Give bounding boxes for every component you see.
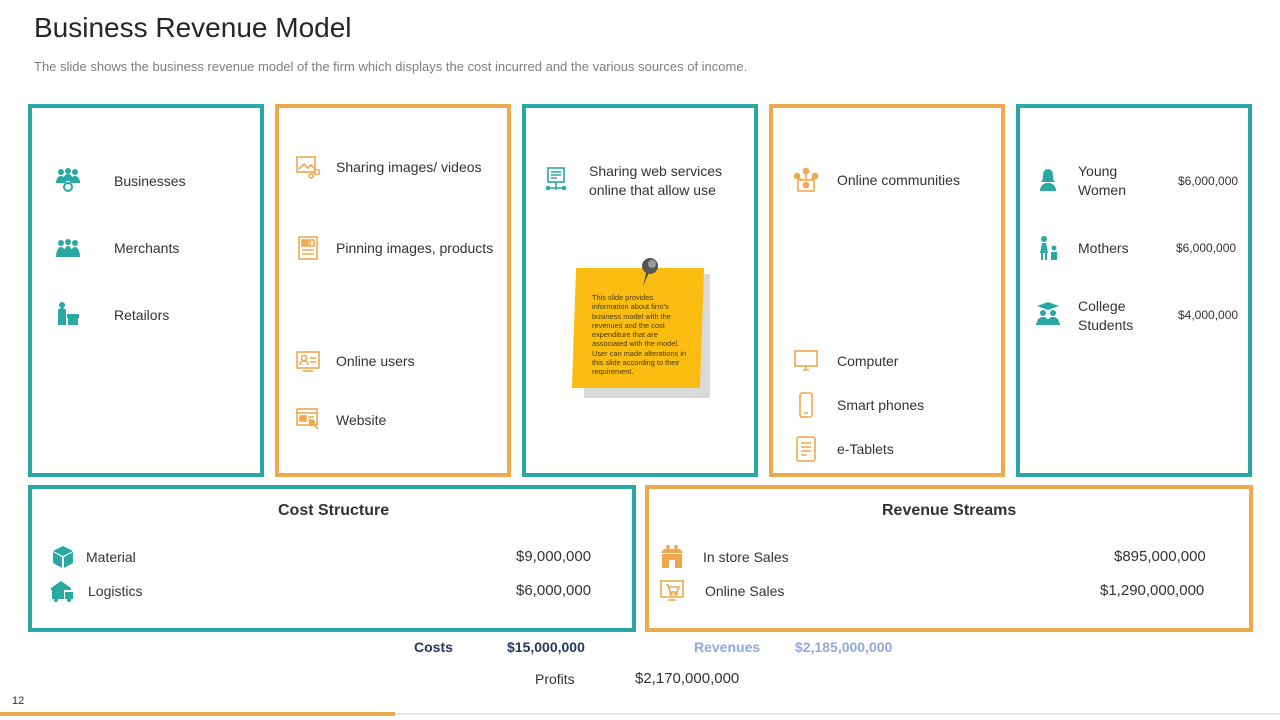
segment-amount: $4,000,000 — [1178, 308, 1239, 322]
col1-item-label: Retailors — [114, 307, 170, 323]
segment-line1: Young — [1078, 163, 1118, 179]
mothers-icon — [1034, 234, 1062, 262]
revenue-streams-title: Revenue Streams — [882, 502, 1017, 519]
segment-line2: Women — [1078, 182, 1126, 198]
panel-customers — [28, 104, 264, 477]
profits-value: $2,170,000,000 — [635, 670, 740, 687]
tablet-icon — [792, 435, 820, 463]
panel-channels — [769, 104, 1005, 477]
share-images-icon — [294, 153, 322, 181]
revenues-value: $2,185,000,000 — [795, 639, 893, 655]
online-communities-icon — [792, 166, 820, 194]
cost-item-amount: $9,000,000 — [516, 548, 592, 565]
revenues-label: Revenues — [694, 639, 761, 655]
footer-accent-bar — [0, 712, 395, 716]
page-number: 12 — [12, 695, 25, 707]
segment-amount: $6,000,000 — [1178, 174, 1239, 188]
col4-item-label: Online communities — [837, 172, 960, 188]
logistics-truck-icon — [49, 577, 77, 605]
page-subtitle: The slide shows the business revenue mod… — [34, 59, 748, 74]
col2-item-label: Website — [336, 412, 387, 428]
segment-line2: Students — [1078, 317, 1134, 333]
material-box-icon — [49, 543, 77, 571]
sticky-note: This slide provides information about fi… — [571, 258, 710, 398]
col1-item-label: Businesses — [114, 173, 186, 189]
store-icon — [658, 543, 686, 571]
retailors-icon — [54, 300, 82, 328]
businesses-icon — [54, 166, 82, 194]
web-services-icon — [542, 165, 570, 193]
revenue-item-label: Online Sales — [705, 583, 785, 599]
merchants-icon — [54, 234, 82, 262]
page-title: Business Revenue Model — [34, 12, 352, 43]
col2-item-label: Sharing images/ videos — [336, 159, 482, 175]
revenue-item-amount: $1,290,000,000 — [1100, 582, 1205, 599]
panel-segments — [1016, 104, 1252, 477]
push-pin-icon — [642, 258, 658, 286]
computer-icon — [792, 347, 820, 375]
sticky-note-text: This slide provides information about fi… — [592, 293, 687, 377]
segment-line1: Mothers — [1078, 240, 1129, 256]
col1-item-label: Merchants — [114, 240, 180, 256]
col3-item-line1: Sharing web services — [589, 163, 723, 179]
segment-amount: $6,000,000 — [1176, 241, 1237, 255]
col4-item-label: Smart phones — [837, 397, 925, 413]
col2-item-label: Online users — [336, 353, 415, 369]
cost-structure-title: Cost Structure — [278, 502, 390, 519]
costs-label: Costs — [414, 639, 453, 655]
cost-item-label: Material — [86, 549, 136, 565]
pin-images-icon — [294, 234, 322, 262]
col4-item-label: e-Tablets — [837, 441, 894, 457]
costs-value: $15,000,000 — [507, 639, 585, 655]
segment-line1: College — [1078, 298, 1126, 314]
cost-item-label: Logistics — [88, 583, 143, 599]
col2-item-label: Pinning images, products — [336, 240, 494, 256]
online-users-icon — [294, 347, 322, 375]
col3-item-line2: online that allow use — [589, 182, 716, 198]
cost-item-amount: $6,000,000 — [516, 582, 592, 599]
profits-label: Profits — [535, 671, 575, 687]
online-cart-icon — [658, 577, 686, 605]
revenue-item-amount: $895,000,000 — [1114, 548, 1206, 565]
revenue-item-label: In store Sales — [703, 549, 789, 565]
young-women-icon — [1034, 166, 1062, 194]
col4-item-label: Computer — [837, 353, 899, 369]
smartphone-icon — [792, 391, 820, 419]
website-icon — [294, 405, 322, 433]
college-students-icon — [1034, 300, 1062, 328]
